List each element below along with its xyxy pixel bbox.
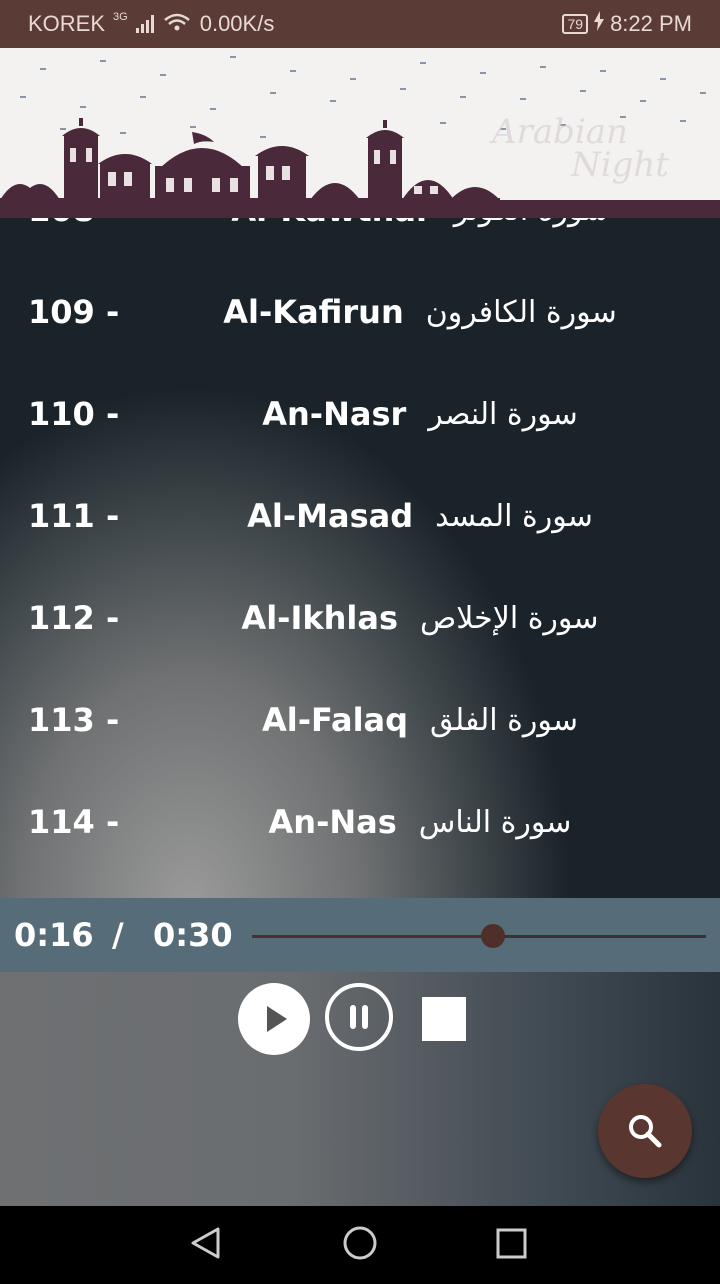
pause-icon (350, 1005, 368, 1029)
surah-english-name: Al-Kawthar (231, 218, 431, 229)
surah-list-item[interactable]: 108 - Al-Kawthar سورة الكوثر (0, 218, 720, 261)
header-banner: Arabian Night (0, 48, 720, 218)
play-button[interactable] (238, 983, 310, 1055)
recents-icon[interactable] (496, 1228, 527, 1259)
mosque-skyline-illustration: Arabian Night (0, 56, 706, 206)
surah-arabic-name: سورة المسد (435, 498, 593, 534)
surah-number: 114 - (28, 803, 120, 841)
search-button[interactable] (598, 1084, 692, 1178)
surah-list-item[interactable]: 109 - Al-Kafirun سورة الكافرون (0, 261, 720, 363)
pause-button[interactable] (325, 983, 393, 1051)
surah-arabic-name: سورة الفلق (430, 702, 579, 738)
surah-english-name: An-Nas (268, 803, 397, 841)
battery-level: 79 (567, 16, 584, 32)
surah-list-item[interactable]: 112 - Al-Ikhlas سورة الإخلاص (0, 567, 720, 669)
surah-english-name: Al-Ikhlas (241, 599, 399, 637)
status-bar: KOREK 3G 0.00K/s 79 8:22 PM (0, 0, 720, 48)
surah-list-item[interactable]: 114 - An-Nas سورة الناس (0, 771, 720, 873)
total-time: 0:30 (153, 916, 233, 954)
surah-english-name: Al-Kafirun (223, 293, 404, 331)
seek-bar[interactable] (252, 935, 706, 938)
battery-icon: 79 (562, 14, 589, 34)
surah-number: 112 - (28, 599, 120, 637)
network-type-label: 3G (113, 11, 128, 23)
signal-icon (135, 15, 154, 33)
surah-list-item[interactable]: 111 - Al-Masad سورة المسد (0, 465, 720, 567)
surah-english-name: Al-Falaq (261, 701, 409, 739)
seek-bar-progress (252, 935, 493, 938)
surah-arabic-name: سورة الكوثر (454, 218, 609, 228)
search-icon (629, 1115, 662, 1148)
surah-number: 109 - (28, 293, 120, 331)
surah-arabic-name: سورة النصر (428, 396, 578, 432)
back-icon[interactable] (191, 1227, 220, 1259)
surah-list-item[interactable]: 113 - Al-Falaq سورة الفلق (0, 669, 720, 771)
clock: 8:22 PM (610, 11, 692, 36)
system-navigation-bar (0, 1206, 720, 1280)
banner-divider (0, 200, 720, 218)
current-time: 0:16 (14, 916, 94, 954)
surah-arabic-name: سورة الإخلاص (420, 600, 599, 636)
surah-list[interactable]: 108 - Al-Kawthar سورة الكوثر 109 - Al-Kaf… (0, 218, 720, 898)
surah-number: 113 - (28, 701, 120, 739)
surah-arabic-name: سورة الناس (418, 804, 572, 840)
home-icon[interactable] (343, 1226, 377, 1260)
network-speed: 0.00K/s (199, 11, 275, 36)
wifi-icon (162, 11, 192, 37)
time-separator: / (112, 916, 124, 954)
logo-text-line2: Night (570, 145, 669, 185)
seek-bar-thumb[interactable] (480, 924, 505, 948)
surah-number: 108 - (28, 218, 119, 261)
surah-number: 110 - (28, 395, 120, 433)
surah-english-name: An-Nasr (262, 395, 407, 433)
surah-arabic-name: سورة الكافرون (425, 294, 617, 330)
charging-icon (594, 11, 605, 37)
carrier-label: KOREK (28, 11, 106, 36)
play-icon (267, 1006, 287, 1032)
surah-english-name: Al-Masad (247, 497, 414, 535)
surah-list-item[interactable]: 110 - An-Nasr سورة النصر (0, 363, 720, 465)
surah-number: 111 - (28, 497, 120, 535)
stop-button[interactable] (422, 997, 466, 1041)
